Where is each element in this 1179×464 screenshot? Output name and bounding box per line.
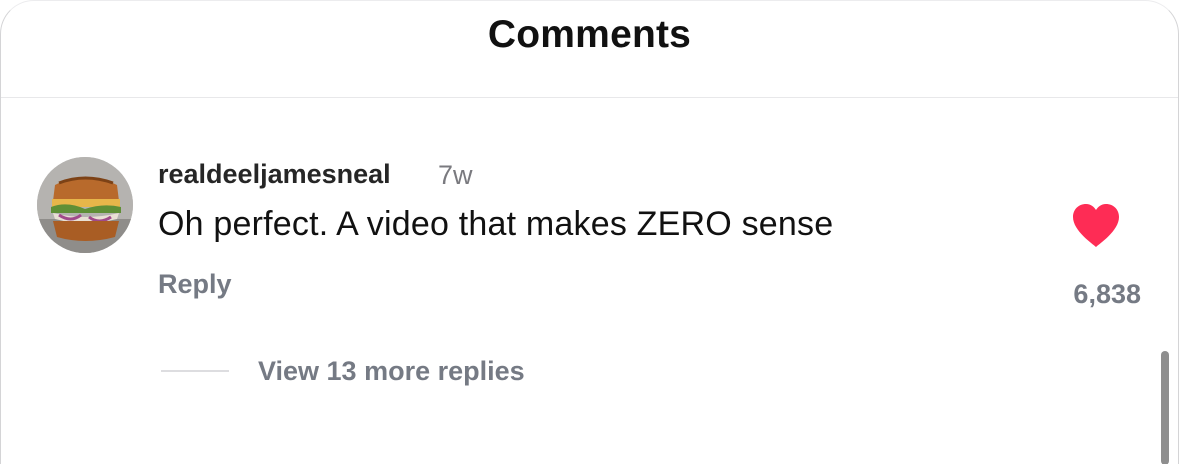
avatar[interactable] xyxy=(37,157,133,253)
scrollbar[interactable] xyxy=(1161,351,1169,464)
comment-text: Oh perfect. A video that makes ZERO sens… xyxy=(158,205,834,243)
view-more-replies-button[interactable]: View 13 more replies xyxy=(161,351,525,391)
reply-button[interactable]: Reply xyxy=(158,269,232,300)
like-count: 6,838 xyxy=(1073,279,1141,309)
like-button[interactable] xyxy=(1071,203,1121,249)
sandwich-avatar-icon xyxy=(37,157,133,253)
heart-icon xyxy=(1073,204,1119,247)
view-more-replies-label: View 13 more replies xyxy=(258,355,525,386)
comment-username[interactable]: realdeeljamesneal xyxy=(158,159,391,190)
comment-timestamp: 7w xyxy=(438,160,473,190)
replies-divider xyxy=(161,370,229,372)
comments-sheet: Comments realdeeljamesneal 7w Oh perfect… xyxy=(0,0,1179,464)
page-title: Comments xyxy=(487,13,692,56)
comments-header: Comments xyxy=(1,1,1178,98)
